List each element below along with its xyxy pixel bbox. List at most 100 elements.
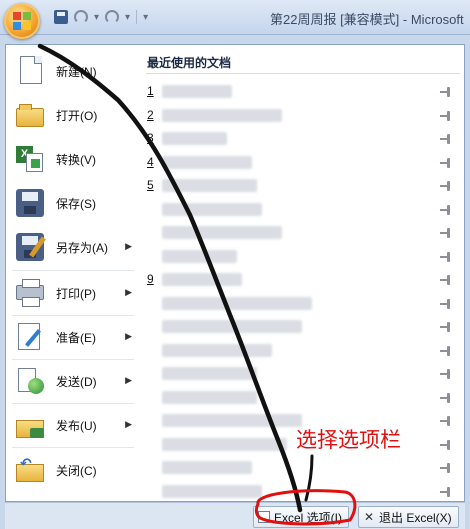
recent-document-name-blurred — [162, 343, 272, 357]
menu-item-save[interactable]: 保存(S) — [6, 183, 138, 223]
menu-item-save-as[interactable]: 另存为(A) ▶ — [6, 227, 138, 267]
menu-divider — [12, 315, 134, 316]
undo-dropdown-icon[interactable]: ▾ — [94, 12, 99, 23]
customize-toolbar-icon[interactable]: ▾ — [143, 12, 148, 23]
recent-document-row[interactable]: 5 — [138, 175, 464, 197]
menu-item-print[interactable]: 打印(P) ▶ — [6, 273, 138, 313]
menu-item-convert[interactable]: X 转换(V) — [6, 139, 138, 179]
recent-document-name-blurred — [162, 461, 252, 474]
recent-document-row[interactable] — [138, 340, 464, 362]
recent-document-row[interactable] — [138, 199, 464, 221]
pin-icon[interactable] — [440, 345, 452, 357]
menu-item-close[interactable]: ↶ 关闭(C) — [6, 450, 138, 490]
recent-document-name-blurred — [162, 437, 287, 451]
pin-icon[interactable] — [440, 251, 452, 263]
pin-icon[interactable] — [440, 298, 452, 310]
excel-options-button[interactable]: Excel 选项(I) — [253, 506, 350, 528]
pin-icon[interactable] — [440, 392, 452, 404]
redo-icon[interactable] — [105, 10, 120, 24]
pin-icon[interactable] — [440, 227, 452, 239]
recent-document-row[interactable]: 2 — [138, 105, 464, 127]
recent-document-name-blurred — [162, 155, 252, 169]
pin-icon[interactable] — [440, 157, 452, 169]
menu-commands: 新建(N) 打开(O) X 转换(V) 保存(S) 另存为(A) ▶ 打印(P)… — [6, 45, 139, 501]
menu-item-label: 关闭(C) — [56, 463, 97, 478]
pin-icon[interactable] — [440, 180, 452, 192]
menu-item-label: 新建(N) — [56, 64, 97, 79]
recent-document-name-blurred — [162, 484, 262, 498]
menu-item-label: 保存(S) — [56, 196, 96, 211]
annotation-label: 选择选项栏 — [296, 428, 401, 452]
menu-item-open[interactable]: 打开(O) — [6, 95, 138, 135]
recent-document-name-blurred — [162, 85, 232, 98]
print-icon — [16, 278, 46, 308]
pin-icon[interactable] — [440, 486, 452, 498]
menu-item-label: 打印(P) — [56, 286, 96, 301]
menu-item-label: 发布(U) — [56, 418, 97, 433]
recent-document-row[interactable]: 9 — [138, 269, 464, 291]
menu-divider — [12, 359, 134, 360]
exit-excel-label: 退出 Excel(X) — [379, 510, 452, 525]
recent-documents-title: 最近使用的文档 — [147, 56, 232, 70]
recent-document-name-blurred — [162, 367, 257, 380]
exit-excel-button[interactable]: ✕ 退出 Excel(X) — [358, 506, 459, 528]
recent-document-number: 9 — [147, 272, 154, 286]
office-button[interactable] — [4, 3, 40, 39]
undo-icon[interactable] — [74, 10, 88, 24]
quick-access-toolbar: ▾ ▾ ▾ — [54, 8, 148, 26]
recent-document-name-blurred — [162, 249, 237, 263]
menu-item-prepare[interactable]: 准备(E) ▶ — [6, 317, 138, 357]
recent-document-name-blurred — [162, 390, 257, 404]
submenu-arrow-icon: ▶ — [125, 241, 132, 251]
recent-document-row[interactable] — [138, 316, 464, 338]
prepare-icon — [16, 322, 46, 352]
recent-document-row[interactable]: 4 — [138, 152, 464, 174]
recent-document-name-blurred — [162, 132, 227, 145]
save-as-icon — [16, 232, 46, 262]
office-logo-icon — [13, 12, 31, 30]
recent-document-number: 4 — [147, 154, 154, 169]
recent-document-row[interactable]: 1 — [138, 81, 464, 103]
recent-document-number: 3 — [147, 131, 154, 145]
pin-icon[interactable] — [440, 274, 452, 286]
save-icon — [16, 188, 46, 218]
menu-item-new[interactable]: 新建(N) — [6, 51, 138, 91]
options-icon — [258, 511, 270, 523]
menu-divider — [12, 403, 134, 404]
pin-icon[interactable] — [440, 110, 452, 122]
pin-icon[interactable] — [440, 86, 452, 98]
menu-item-publish[interactable]: 发布(U) ▶ — [6, 405, 138, 445]
recent-document-number: 5 — [147, 178, 154, 192]
recent-document-row[interactable] — [138, 363, 464, 385]
recent-document-row[interactable] — [138, 222, 464, 244]
recent-document-row[interactable]: 3 — [138, 128, 464, 150]
pin-icon[interactable] — [440, 462, 452, 474]
menu-divider — [12, 270, 134, 271]
recent-document-row[interactable] — [138, 481, 464, 503]
recent-document-row[interactable] — [138, 246, 464, 268]
pin-icon[interactable] — [440, 439, 452, 451]
open-folder-icon — [16, 100, 46, 130]
redo-dropdown-icon[interactable]: ▾ — [125, 12, 130, 23]
pin-icon[interactable] — [440, 133, 452, 145]
save-icon[interactable] — [54, 10, 68, 24]
recent-document-row[interactable] — [138, 387, 464, 409]
pin-icon[interactable] — [440, 321, 452, 333]
recent-document-row[interactable] — [138, 457, 464, 479]
menu-item-label: 发送(D) — [56, 374, 97, 389]
pin-icon[interactable] — [440, 368, 452, 380]
recent-document-name-blurred — [162, 414, 302, 427]
menu-item-send[interactable]: 发送(D) ▶ — [6, 361, 138, 401]
menu-item-label: 转换(V) — [56, 152, 96, 167]
window-title: 第22周周报 [兼容模式] - Microsoft — [270, 12, 464, 27]
pin-icon[interactable] — [440, 415, 452, 427]
new-document-icon — [16, 56, 46, 86]
convert-icon: X — [16, 144, 46, 174]
recent-document-row[interactable] — [138, 293, 464, 315]
close-document-icon: ↶ — [16, 455, 46, 485]
submenu-arrow-icon: ▶ — [125, 419, 132, 429]
pin-icon[interactable] — [440, 204, 452, 216]
recent-document-name-blurred — [162, 296, 312, 310]
recent-document-name-blurred — [162, 226, 282, 239]
submenu-arrow-icon: ▶ — [125, 375, 132, 385]
